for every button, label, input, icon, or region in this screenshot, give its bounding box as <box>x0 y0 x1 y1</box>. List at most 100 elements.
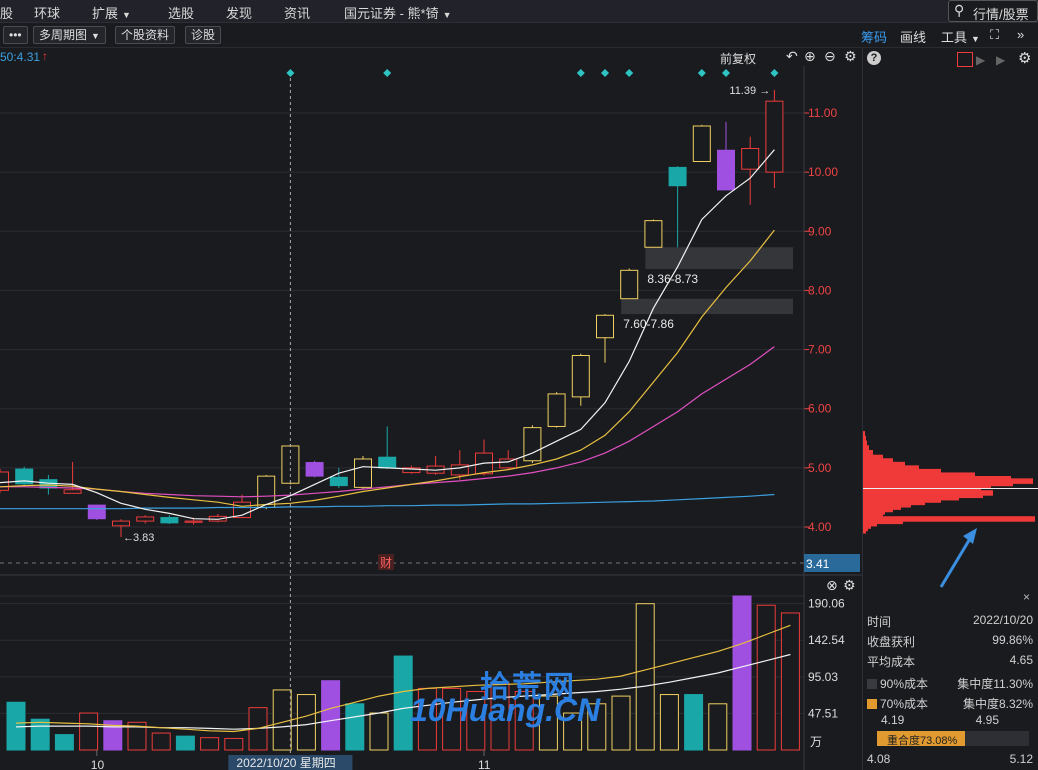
price-zone <box>645 247 793 270</box>
high-price-label: 11.39 <box>729 85 756 97</box>
help-icon[interactable]: ? <box>867 51 881 65</box>
price-tick-label: 4.00 <box>808 520 832 534</box>
cursor-date-label: 2022/10/20 星期四 <box>236 756 335 770</box>
tools-label: 工具 <box>941 30 968 45</box>
chevron-down-icon: ▼ <box>971 34 980 44</box>
volume-bar <box>732 595 752 751</box>
candle-body <box>571 354 590 398</box>
kline-chart[interactable]: 8.36-8.737.60-7.86 11.0010.009.008.007.0… <box>0 66 862 576</box>
chip-bar <box>863 449 873 456</box>
price-grid <box>0 66 862 576</box>
candle-body <box>596 314 614 339</box>
price-tick-label: 7.00 <box>808 343 832 357</box>
candle-body <box>717 149 735 191</box>
fullscreen-icon[interactable]: ⛶ <box>990 27 999 43</box>
volume-bar <box>30 718 50 751</box>
tab-draw[interactable]: 画线 <box>900 27 926 46</box>
chevron-down-icon: ▼ <box>91 31 100 41</box>
candle-body <box>547 393 566 427</box>
candle-body <box>184 520 203 523</box>
volume-bar <box>684 694 704 751</box>
chip-bar <box>863 440 867 447</box>
volume-bar <box>296 694 316 751</box>
chip-mode-icon[interactable] <box>957 52 973 67</box>
watermark-url: 10Huang.CN <box>410 692 601 728</box>
menu-item-label: 发现 <box>226 6 253 21</box>
close-pane-icon[interactable]: ⊗ <box>826 577 838 593</box>
menu-item-label: 资讯 <box>284 6 311 21</box>
volume-chart[interactable]: ⊗ ⚙ 190.06 142.54 95.03 47.51 万 2022/10/20 星期… <box>0 576 862 770</box>
menu-item-3[interactable]: 选股 <box>168 3 194 22</box>
price-zone <box>621 298 793 315</box>
panel-gear-icon[interactable]: ⚙ <box>1018 49 1031 67</box>
play-icon[interactable]: ▶ <box>976 53 985 67</box>
menu-item-0[interactable]: 股 <box>0 3 13 22</box>
search-box[interactable]: ⚲ 行情/股票 <box>948 0 1038 22</box>
more-button[interactable]: ••• <box>3 26 28 44</box>
diagnose-button[interactable]: 诊股 <box>185 26 222 44</box>
bottom-low: 4.08 <box>867 752 891 766</box>
gear-icon[interactable]: ⚙ <box>844 48 857 65</box>
volume-gear-icon[interactable]: ⚙ <box>843 577 856 593</box>
price-tick-label: 5.00 <box>808 461 832 475</box>
close-icon[interactable]: × <box>1023 590 1030 604</box>
avg-cost-value: 4.65 <box>1009 653 1033 667</box>
menu-item-6[interactable]: 国元证券 - 熊*锜 ▼ <box>344 3 452 22</box>
chevron-down-icon: ▼ <box>122 10 131 20</box>
zoom-out-icon[interactable]: ⊖ <box>824 48 836 65</box>
candle-body <box>668 166 687 187</box>
x-tick-label: 10 <box>91 758 105 770</box>
candle-body <box>620 269 639 300</box>
candle-body <box>63 489 82 494</box>
up-arrow-icon: ↑ <box>42 49 48 63</box>
fuquan-selector[interactable]: 前复权 <box>720 50 756 67</box>
candle-body <box>692 125 711 162</box>
tab-chips[interactable]: 筹码 <box>861 27 887 46</box>
volume-bar <box>224 737 244 751</box>
volume-bar <box>54 734 74 751</box>
volume-bar <box>659 694 679 751</box>
zoom-in-icon[interactable]: ⊕ <box>804 48 816 65</box>
candle-body <box>644 220 663 248</box>
menu-item-label: 环球 <box>34 6 61 21</box>
volume-tick-label: 142.54 <box>808 633 845 647</box>
volume-bar <box>635 603 655 751</box>
menu-item-5[interactable]: 资讯 <box>284 3 310 22</box>
chart-bg <box>0 66 862 576</box>
time-value: 2022/10/20 <box>972 613 1033 627</box>
volume-tick-label: 95.03 <box>808 670 838 684</box>
arrow-shaft <box>939 536 973 588</box>
candle-body <box>329 476 348 487</box>
menu-item-2[interactable]: 扩展 ▼ <box>92 3 131 22</box>
multi-period-label: 多周期图 <box>39 28 88 42</box>
expand-icon[interactable]: » <box>1017 27 1024 42</box>
range-high: 4.95 <box>975 713 999 727</box>
volume-tick-label: 190.06 <box>808 597 845 611</box>
stock-info-button[interactable]: 个股资料 <box>115 26 176 44</box>
volume-unit-label: 万 <box>810 735 822 749</box>
candle-body <box>136 516 155 522</box>
volume-bar <box>756 604 776 751</box>
multi-period-button[interactable]: 多周期图 ▼ <box>33 26 106 44</box>
tools-menu[interactable]: 工具 ▼ <box>941 27 980 46</box>
menu-bar: 股 环球 扩展 ▼ 选股 发现 资讯 国元证券 - 熊*锜 ▼ ⚲ 行情/股票 <box>0 0 1038 23</box>
volume-bar <box>272 689 292 751</box>
candle-body <box>765 100 784 173</box>
arrow-annotation <box>939 528 977 588</box>
chip-bar <box>863 435 866 442</box>
finance-marker[interactable]: 财 <box>380 556 392 570</box>
search-icon: ⚲ <box>954 2 965 18</box>
candle-body <box>354 458 372 488</box>
high-arrow-icon: → <box>759 85 770 97</box>
undo-icon[interactable]: ↶ <box>786 48 798 65</box>
candle-body <box>0 471 9 491</box>
volume-bar <box>79 712 99 751</box>
play-icon-2[interactable]: ▶ <box>996 53 1005 67</box>
chart-toolbar: ••• 多周期图 ▼ 个股资料 诊股 筹码 画线 工具 ▼ ⛶ » <box>0 23 1038 48</box>
overlap-track: 重合度73.08% <box>877 731 1029 747</box>
menu-item-4[interactable]: 发现 <box>226 3 252 22</box>
indicator-info-bar: 50:4.31 ↑ 前复权 ↶ ⊕ ⊖ ⚙ <box>0 48 862 66</box>
menu-item-1[interactable]: 环球 <box>34 3 60 22</box>
arrow-head-icon <box>963 528 977 544</box>
candle-body <box>112 520 130 527</box>
